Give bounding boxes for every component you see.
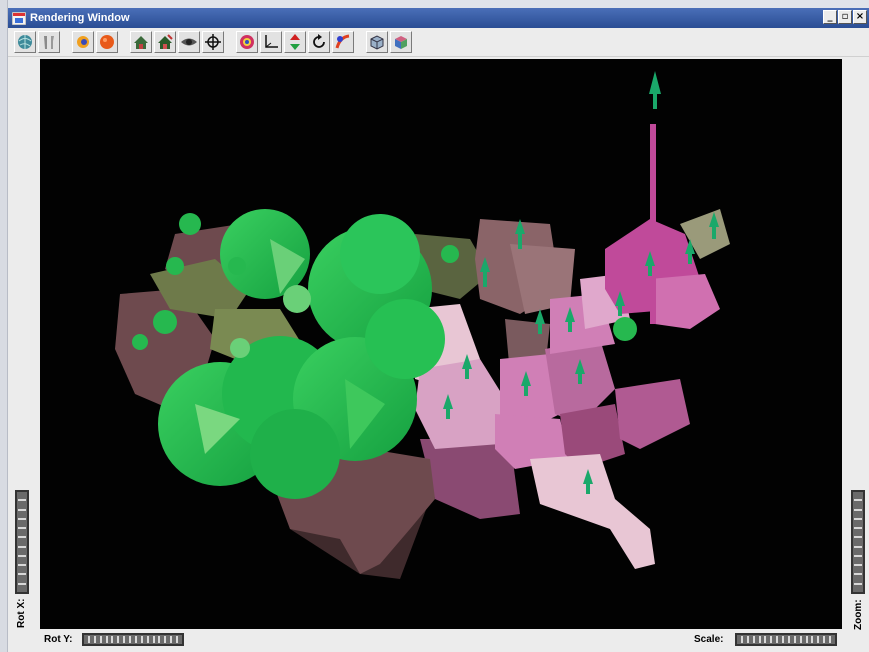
state-florida (530, 454, 655, 569)
spike-bar (650, 124, 656, 324)
rot-x-label: Rot X: (16, 598, 27, 628)
scale-label: Scale: (694, 634, 724, 645)
eye-icon[interactable] (178, 31, 200, 53)
cube-wire-icon[interactable] (366, 31, 388, 53)
minimize-button[interactable]: _ (823, 10, 837, 24)
titlebar-top-strip (8, 0, 869, 8)
tools-icon[interactable] (38, 31, 60, 53)
zoom-label: Zoom: (853, 599, 864, 630)
title-bar: Rendering Window _ ▫ × (8, 8, 869, 28)
globe-icon[interactable] (14, 31, 36, 53)
color-map-icon[interactable] (332, 31, 354, 53)
brightness-icon[interactable] (72, 31, 94, 53)
maximize-button[interactable]: ▫ (838, 10, 852, 24)
us-map-3d-render (115, 71, 730, 579)
target-icon[interactable] (236, 31, 258, 53)
arrow-up-down-icon[interactable] (284, 31, 306, 53)
render-viewport[interactable] (40, 59, 842, 629)
axes-icon[interactable] (260, 31, 282, 53)
color-ball-icon[interactable] (96, 31, 118, 53)
toolbar (8, 28, 869, 57)
window-title: Rendering Window (30, 12, 130, 24)
rot-y-slider[interactable] (82, 633, 184, 646)
scale-slider[interactable] (735, 633, 837, 646)
app-icon (12, 11, 26, 25)
zoom-slider[interactable] (851, 490, 865, 594)
close-button[interactable]: × (853, 10, 867, 24)
desktop-edge (0, 0, 8, 652)
rot-y-label: Rot Y: (44, 634, 73, 645)
window-controls: _ ▫ × (823, 10, 867, 24)
house-edit-icon[interactable] (154, 31, 176, 53)
house-view-icon[interactable] (130, 31, 152, 53)
rot-x-slider[interactable] (15, 490, 29, 594)
move-crosshair-icon[interactable] (202, 31, 224, 53)
rotate-icon[interactable] (308, 31, 330, 53)
cube-solid-icon[interactable] (390, 31, 412, 53)
